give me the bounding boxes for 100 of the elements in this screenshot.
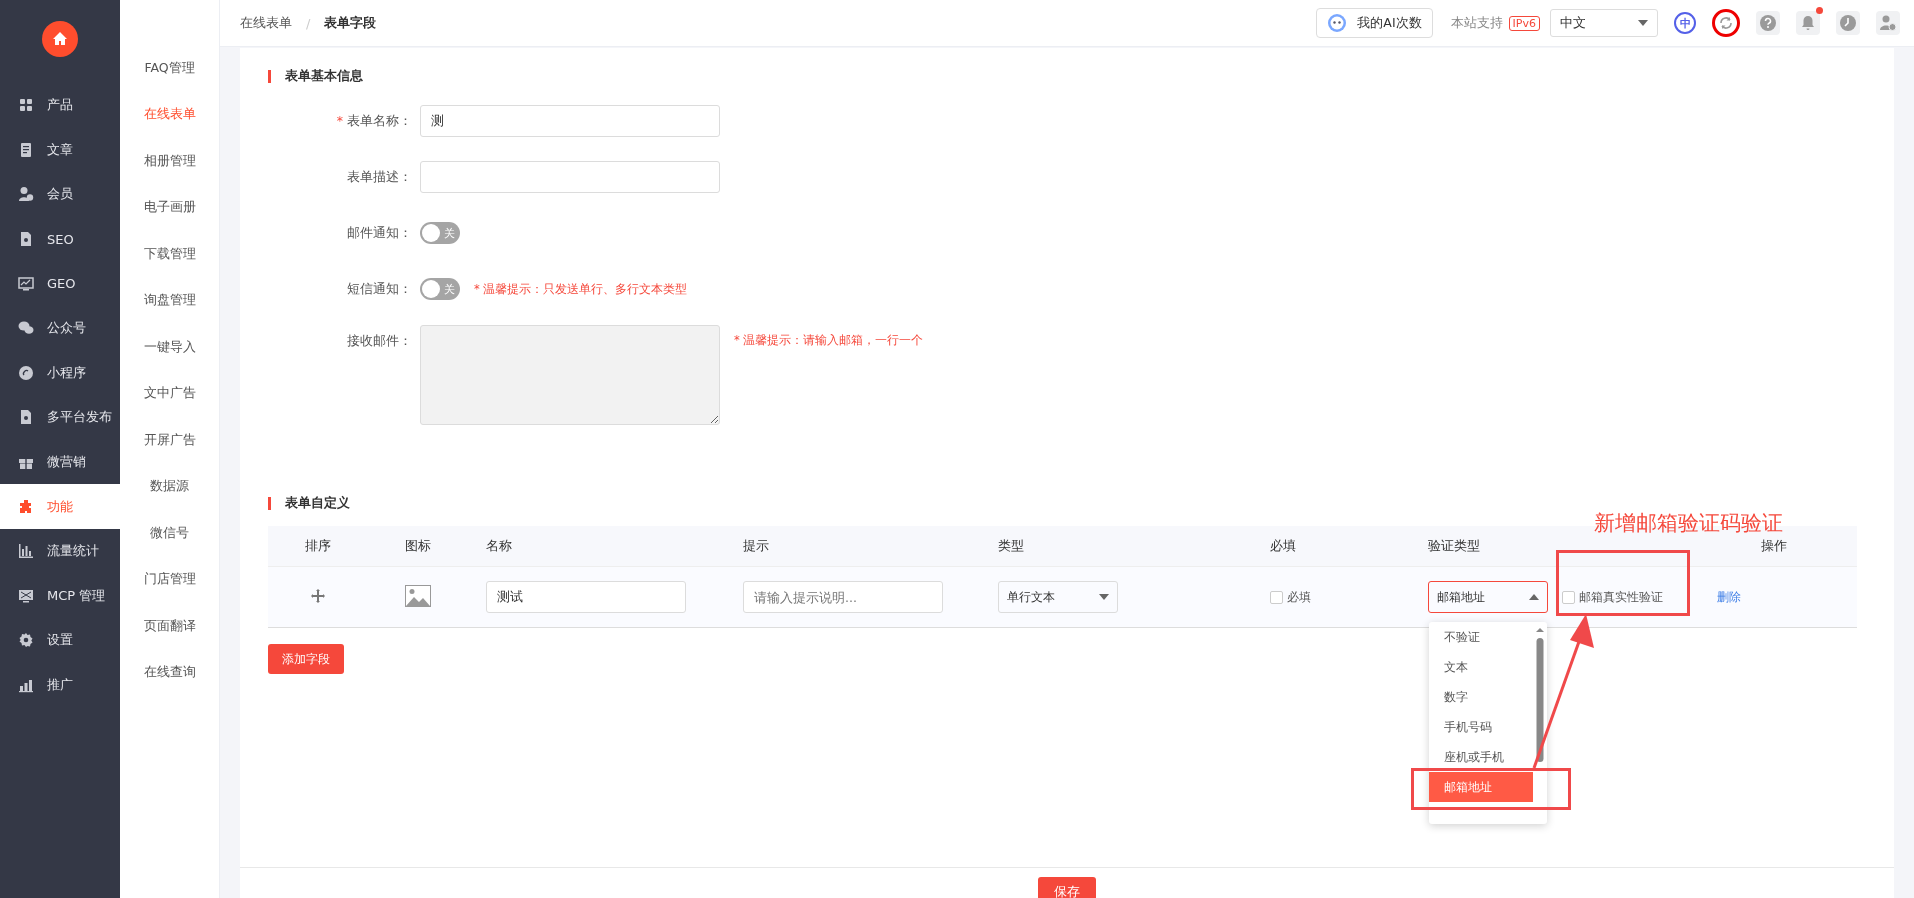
subnav-item[interactable]: 一键导入 bbox=[120, 324, 219, 371]
sidebar-item[interactable]: 会员 bbox=[0, 172, 120, 217]
bar-chart-icon bbox=[18, 543, 34, 560]
section-title: 表单自定义 bbox=[285, 495, 350, 512]
sidebar-item[interactable]: 推广 bbox=[0, 662, 120, 708]
account-button[interactable] bbox=[1876, 11, 1900, 35]
sidebar-item[interactable]: 产品 bbox=[0, 83, 120, 128]
column-header: 排序 bbox=[305, 537, 331, 553]
subnav-item[interactable]: 页面翻译 bbox=[120, 603, 219, 650]
name-input[interactable]: 测试 bbox=[486, 581, 686, 613]
checkbox-label: 邮箱真实性验证 bbox=[1579, 588, 1663, 606]
column-header: 必填 bbox=[1270, 537, 1296, 553]
subnav-item[interactable]: 开屏广告 bbox=[120, 417, 219, 464]
image-placeholder-icon[interactable] bbox=[405, 584, 431, 607]
text-input[interactable] bbox=[420, 161, 720, 193]
sidebar-item[interactable]: SEO bbox=[0, 216, 120, 262]
document-icon bbox=[18, 409, 34, 426]
column-header: 类型 bbox=[998, 537, 1024, 553]
document-icon bbox=[18, 141, 34, 158]
column-header: 名称 bbox=[486, 537, 512, 553]
checkbox[interactable] bbox=[1562, 590, 1575, 604]
field-label: 邮件通知： bbox=[346, 224, 413, 242]
sidebar-item[interactable]: MCP 管理 bbox=[0, 573, 120, 619]
ai-quota-button[interactable]: 我的AI次数 bbox=[1316, 8, 1433, 38]
text-input[interactable]: 测 bbox=[420, 105, 720, 137]
hint-text: * 温馨提示：只发送单行、多行文本类型 bbox=[474, 281, 688, 297]
save-button[interactable]: 保存 bbox=[1038, 877, 1096, 898]
column-header: 操作 bbox=[1760, 537, 1787, 553]
subnav-item[interactable]: 相册管理 bbox=[120, 138, 219, 185]
monitor-icon bbox=[18, 587, 34, 604]
bell-icon bbox=[1800, 15, 1816, 31]
settings-icon bbox=[18, 632, 34, 649]
breadcrumb-current: 表单字段 bbox=[324, 14, 377, 32]
ipv6-label: 本站支持 bbox=[1450, 14, 1503, 32]
subnav-item[interactable]: 电子画册 bbox=[120, 184, 219, 231]
subnav-item[interactable]: 文中广告 bbox=[120, 370, 219, 417]
bar-chart-icon bbox=[18, 677, 34, 693]
dropdown-option[interactable]: 座机或手机 bbox=[1429, 742, 1533, 772]
sidebar-item[interactable]: 微营销 bbox=[0, 439, 120, 485]
field-label: 接收邮件： bbox=[346, 332, 413, 350]
column-header: 验证类型 bbox=[1428, 537, 1480, 553]
puzzle-icon bbox=[18, 498, 34, 515]
caret-icon bbox=[1638, 20, 1648, 26]
sidebar-item[interactable]: 设置 bbox=[0, 618, 120, 663]
user-icon bbox=[18, 186, 34, 203]
subnav-item[interactable]: 数据源 bbox=[120, 463, 219, 510]
ipv6-badge: IPv6 bbox=[1508, 15, 1540, 31]
subnav-item[interactable]: 下载管理 bbox=[120, 231, 219, 278]
field-label: 短信通知： bbox=[346, 280, 413, 298]
caret-icon bbox=[1099, 594, 1109, 600]
subnav-item[interactable]: 询盘管理 bbox=[120, 277, 219, 324]
refresh-button[interactable] bbox=[1712, 9, 1740, 37]
sidebar-item[interactable]: 小程序 bbox=[0, 350, 120, 396]
monitor-icon bbox=[18, 275, 34, 292]
breadcrumb-link[interactable]: 在线表单 bbox=[240, 14, 292, 32]
dropdown-option[interactable]: 数字 bbox=[1429, 682, 1533, 712]
dropdown-option[interactable]: 不验证 bbox=[1429, 622, 1533, 652]
validation-select[interactable]: 邮箱地址 bbox=[1428, 581, 1548, 613]
section-title: 表单基本信息 bbox=[285, 68, 363, 85]
language-select[interactable]: 中文 bbox=[1550, 9, 1658, 37]
subnav-item[interactable]: 门店管理 bbox=[120, 556, 219, 603]
sidebar-item[interactable]: GEO bbox=[0, 261, 120, 306]
help-icon bbox=[1759, 14, 1777, 32]
field-label: 表单描述： bbox=[346, 168, 413, 186]
checkbox-label: 必填 bbox=[1287, 588, 1311, 606]
sidebar-item[interactable]: 流量统计 bbox=[0, 528, 120, 574]
help-button[interactable] bbox=[1756, 11, 1780, 35]
caret-icon bbox=[1529, 594, 1539, 600]
subnav-item[interactable]: 在线查询 bbox=[120, 649, 219, 696]
field-label: 表单名称： bbox=[347, 112, 412, 128]
robot-face-icon bbox=[1327, 13, 1348, 33]
sidebar-item[interactable]: 文章 bbox=[0, 127, 120, 173]
breadcrumb-separator: / bbox=[306, 15, 311, 31]
home-button[interactable] bbox=[42, 21, 78, 57]
user-icon bbox=[1879, 14, 1897, 32]
chat-icon bbox=[18, 320, 34, 337]
dropdown-option[interactable]: 手机号码 bbox=[1429, 712, 1533, 742]
history-button[interactable] bbox=[1836, 11, 1860, 35]
column-header: 图标 bbox=[405, 537, 431, 553]
hint-input[interactable]: 请输入提示说明... bbox=[743, 581, 943, 613]
required-mark: * bbox=[336, 112, 343, 128]
delete-link[interactable]: 删除 bbox=[1690, 589, 1741, 604]
subnav-item[interactable]: 微信号 bbox=[120, 510, 219, 557]
clock-icon bbox=[1839, 14, 1857, 32]
sidebar-item[interactable]: 公众号 bbox=[0, 305, 120, 351]
home-icon bbox=[52, 31, 68, 47]
drag-handle-icon[interactable] bbox=[311, 588, 325, 603]
type-select[interactable]: 单行文本 bbox=[998, 581, 1118, 613]
sidebar-item[interactable]: 多平台发布 bbox=[0, 395, 120, 440]
document-icon bbox=[18, 231, 34, 248]
add-field-button[interactable]: 添加字段 bbox=[268, 644, 344, 674]
hint-text: * 温馨提示：请输入邮箱，一行一个 bbox=[734, 333, 924, 348]
column-header: 提示 bbox=[743, 537, 769, 553]
checkbox[interactable] bbox=[1270, 590, 1283, 604]
grid-icon bbox=[18, 97, 34, 114]
annotation-text: 新增邮箱验证码验证 bbox=[1594, 511, 1783, 537]
subnav-item[interactable]: FAQ管理 bbox=[120, 45, 219, 92]
language-switch-icon[interactable]: 中 bbox=[1674, 12, 1696, 34]
refresh-icon bbox=[1718, 15, 1734, 31]
dropdown-option[interactable]: 文本 bbox=[1429, 652, 1533, 682]
